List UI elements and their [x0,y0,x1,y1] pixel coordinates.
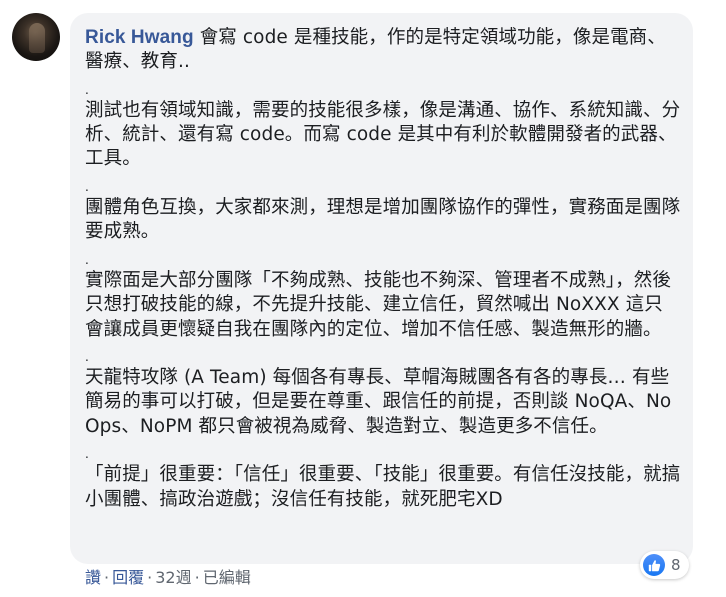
action-separator: · [147,568,153,587]
action-separator: · [194,568,200,587]
comment-paragraph-6: 「前提」很重要：「信任」很重要、「技能」很重要。有信任沒技能，就搞小團體、搞政治… [85,464,681,510]
comment-paragraph-1: Rick Hwang 會寫 code 是種技能，作的是特定領域功能，像是電商、醫療… [85,26,681,75]
comment-actions: 讚 · 回覆 · 32週 · 已編輯 [85,567,251,589]
comment-body: Rick Hwang 會寫 code 是種技能，作的是特定領域功能，像是電商、醫療… [85,26,681,512]
paragraph-separator: . [85,447,89,462]
comment-timestamp[interactable]: 32週 [155,568,191,587]
action-separator: · [104,568,110,587]
paragraph-separator: . [85,252,89,267]
paragraph-separator: . [85,82,89,97]
reaction-summary[interactable]: 8 [640,551,689,579]
comment-paragraph-5: 天龍特攻隊 (A Team) 每個各有專長、草帽海賊團各有各的專長… 有些簡易的… [85,367,672,437]
comment-paragraph-2: 測試也有領域知識，需要的技能很多樣，像是溝通、協作、系統知識、分析、統計、還有寫… [85,99,681,170]
author-name-link[interactable]: Rick Hwang [85,27,194,48]
paragraph-separator: . [85,349,89,364]
comment-bubble: Rick Hwang 會寫 code 是種技能，作的是特定領域功能，像是電商、醫療… [70,13,693,564]
reply-button[interactable]: 回覆 [112,568,144,587]
avatar-figure [29,23,45,53]
reaction-count: 8 [671,556,681,574]
comment-paragraph-4: 實際面是大部分團隊「不夠成熟、技能也不夠深、管理者不成熟」，然後只想打破技能的線… [85,269,671,340]
like-button[interactable]: 讚 [85,568,101,587]
avatar[interactable] [12,13,60,61]
comment-paragraph-3: 團體角色互換，大家都來測，理想是增加團隊協作的彈性，實務面是團隊要成熟。 [85,197,681,243]
edited-label[interactable]: 已編輯 [203,568,251,587]
thumbs-up-icon [643,554,665,576]
paragraph-separator: . [85,179,89,194]
